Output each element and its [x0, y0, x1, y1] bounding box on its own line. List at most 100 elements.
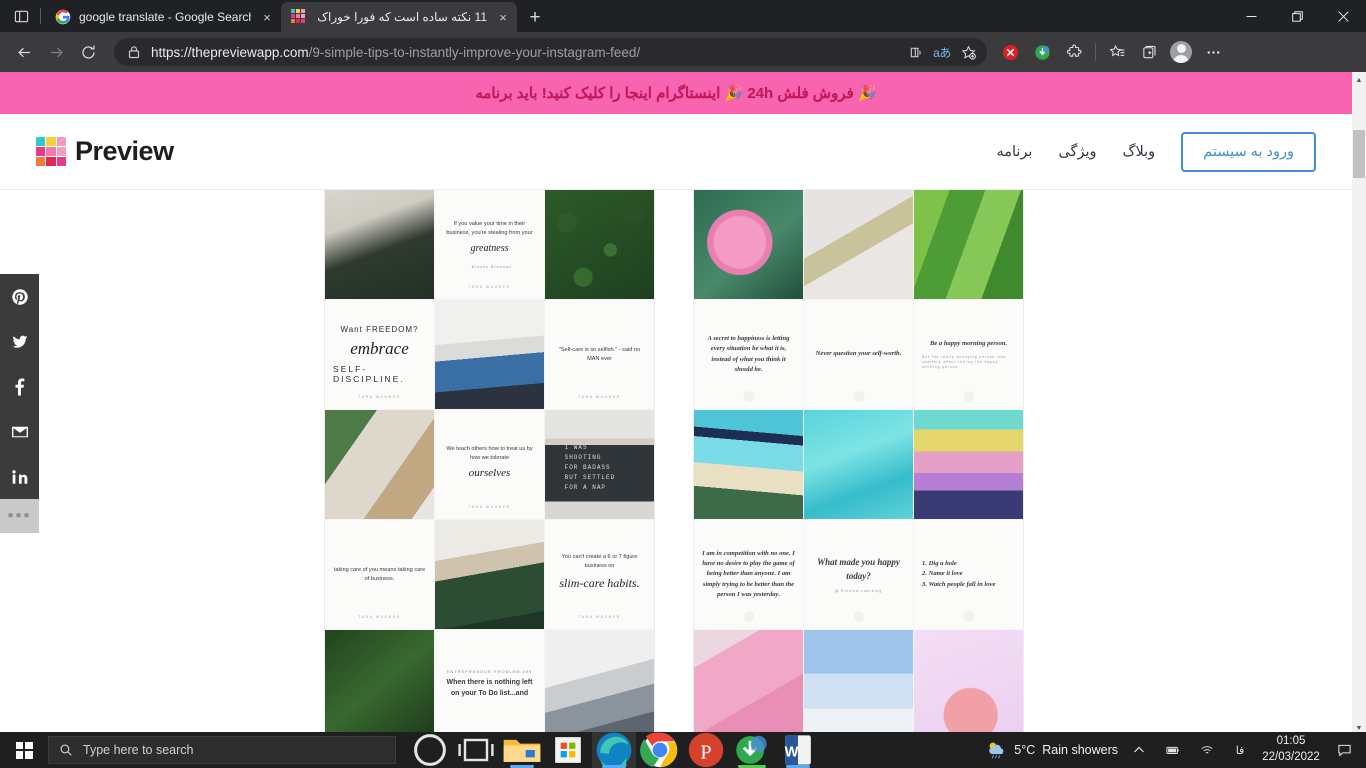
feed-cell[interactable]	[694, 630, 803, 736]
back-arrow-icon[interactable]	[8, 36, 40, 68]
feed-cell[interactable]	[804, 410, 913, 519]
feed-cell[interactable]	[545, 190, 654, 299]
microsoft-store-icon[interactable]	[546, 732, 590, 768]
feed-cell[interactable]: I am in competition with no one. I have …	[694, 520, 803, 629]
feed-cell[interactable]: ENTREPRENEUR PROBLEM #99 When there is n…	[435, 630, 544, 736]
telegram-icon[interactable]: P	[684, 732, 728, 768]
forward-arrow-icon[interactable]	[40, 36, 72, 68]
file-explorer-icon[interactable]	[500, 732, 544, 768]
scrollbar-thumb[interactable]	[1353, 130, 1365, 178]
puzzle-extensions-icon[interactable]	[1059, 37, 1089, 67]
settings-more-icon[interactable]	[1198, 37, 1228, 67]
feed-cell[interactable]	[325, 410, 434, 519]
minimize-icon[interactable]	[1228, 0, 1274, 32]
twitter-share-icon[interactable]	[0, 319, 39, 364]
scroll-up-icon[interactable]: ▲	[1352, 72, 1366, 88]
feed-cell[interactable]: taking care of you means taking care of …	[325, 520, 434, 629]
quote-text: What made you happy today?	[817, 556, 900, 581]
feed-cell[interactable]	[435, 520, 544, 629]
feed-cell[interactable]: If you value your time in their business…	[435, 190, 544, 299]
wifi-icon[interactable]	[1194, 732, 1220, 768]
svg-text:P: P	[700, 741, 711, 763]
microsoft-edge-icon[interactable]	[592, 732, 636, 768]
email-share-icon[interactable]	[0, 409, 39, 454]
battery-icon[interactable]	[1160, 732, 1186, 768]
new-tab-button[interactable]: +	[521, 3, 549, 31]
more-share-icon[interactable]: •••	[0, 499, 39, 533]
nav-link-features[interactable]: ویژگی	[1058, 144, 1096, 160]
browser-tab-2-close-icon[interactable]: ×	[495, 9, 511, 25]
restore-icon[interactable]	[1274, 0, 1320, 32]
reload-icon[interactable]	[72, 36, 104, 68]
microsoft-word-icon[interactable]: W	[776, 732, 820, 768]
notification-icon[interactable]	[1330, 732, 1358, 768]
profile-avatar[interactable]	[1166, 37, 1196, 67]
feed-cell[interactable]: A secret to happiness is letting every s…	[694, 300, 803, 409]
browser-tab-2[interactable]: 11 نکته ساده است که فورا خوراک ا ×	[281, 2, 517, 32]
address-bar[interactable]: https://thepreviewapp.com/9-simple-tips-…	[114, 38, 987, 66]
nav-link-app[interactable]: برنامه	[996, 144, 1032, 160]
quote-badge	[963, 611, 974, 622]
feed-cell[interactable]: What made you happy today? @ Preview.com…	[804, 520, 913, 629]
promo-banner-text: 🎉 فروش فلش 24h 🎉 اینستاگرام اینجا را کلی…	[475, 85, 877, 102]
feed-cell[interactable]: 1. Dig a hole 2. Name it love 3. Watch p…	[914, 520, 1023, 629]
feed-cell[interactable]	[325, 190, 434, 299]
feed-cell[interactable]: I WAS SHOOTING FOR BADASS BUT SETTLED FO…	[545, 410, 654, 519]
feed-cell[interactable]	[914, 410, 1023, 519]
translate-icon[interactable]: aあ	[929, 40, 955, 64]
facebook-share-icon[interactable]	[0, 364, 39, 409]
feed-cell[interactable]	[694, 190, 803, 299]
feed-cell[interactable]: Want FREEDOM? embrace SELF-DISCIPLINE. T…	[325, 300, 434, 409]
weather-widget[interactable]: 5°C Rain showers	[985, 739, 1118, 761]
tab-list-icon[interactable]	[6, 3, 36, 29]
feed-cell[interactable]	[914, 630, 1023, 736]
feed-cell[interactable]	[914, 190, 1023, 299]
browser-tab-1-close-icon[interactable]: ×	[259, 9, 275, 25]
task-view-icon[interactable]	[454, 732, 498, 768]
feed-cell[interactable]: We teach others how to treat us by how w…	[435, 410, 544, 519]
promo-banner[interactable]: 🎉 فروش فلش 24h 🎉 اینستاگرام اینجا را کلی…	[0, 72, 1352, 114]
windows-start-icon[interactable]	[0, 732, 48, 768]
taskbar-search-input[interactable]: Type here to search	[48, 736, 396, 764]
add-favorite-icon[interactable]	[955, 40, 981, 64]
add-collection-icon[interactable]	[1134, 37, 1164, 67]
weather-condition: Rain showers	[1042, 743, 1118, 757]
download-manager-icon[interactable]	[1027, 37, 1057, 67]
close-icon[interactable]	[1320, 0, 1366, 32]
nav-link-blog[interactable]: وبلاگ	[1123, 144, 1156, 160]
chalkboard-text: I WAS SHOOTING FOR BADASS BUT SETTLED FO…	[564, 443, 616, 492]
page-scrollbar[interactable]: ▲ ▼	[1352, 72, 1366, 736]
collections-favorites-icon[interactable]	[1102, 37, 1132, 67]
chevron-up-icon[interactable]	[1126, 732, 1152, 768]
instagram-grid-left: If you value your time in their business…	[325, 190, 654, 736]
quote-line2: SELF-DISCIPLINE.	[333, 364, 405, 384]
read-aloud-icon[interactable]	[903, 40, 929, 64]
feed-cell[interactable]: "Self-care is so selfish." - said no MAN…	[545, 300, 654, 409]
feed-cell[interactable]	[325, 630, 434, 736]
browser-tab-1[interactable]: google translate - Google Search ×	[45, 2, 281, 32]
quote-text: We teach others how to treat us by how w…	[446, 445, 533, 461]
quote-sub: Not the really annoying person that chat…	[922, 354, 1007, 370]
feed-cell[interactable]	[694, 410, 803, 519]
feed-cell[interactable]: You can't create a 6 or 7 figure busines…	[545, 520, 654, 629]
internet-download-manager-icon[interactable]	[730, 732, 774, 768]
feed-cell[interactable]	[545, 630, 654, 736]
url-path: /9-simple-tips-to-instantly-improve-your…	[308, 44, 641, 60]
feed-cell[interactable]: Be a happy morning person. Not the reall…	[914, 300, 1023, 409]
feed-cell[interactable]: Never question your self-worth.	[804, 300, 913, 409]
language-indicator[interactable]: فا	[1228, 744, 1252, 757]
pinterest-share-icon[interactable]	[0, 274, 39, 319]
site-logo[interactable]: Preview	[36, 136, 174, 167]
google-chrome-icon[interactable]	[638, 732, 682, 768]
feed-cell[interactable]	[435, 300, 544, 409]
feed-cell[interactable]	[804, 630, 913, 736]
taskbar-clock[interactable]: 01:05 22/03/2022	[1260, 734, 1322, 765]
login-button[interactable]: ورود به سیستم	[1181, 131, 1316, 172]
adblock-icon[interactable]	[995, 37, 1025, 67]
taskbar-search-placeholder: Type here to search	[83, 743, 194, 757]
linkedin-share-icon[interactable]	[0, 454, 39, 499]
feed-cell[interactable]	[804, 190, 913, 299]
quote-badge	[963, 391, 974, 402]
cortana-icon[interactable]	[408, 732, 452, 768]
quote-script: embrace	[350, 339, 409, 358]
